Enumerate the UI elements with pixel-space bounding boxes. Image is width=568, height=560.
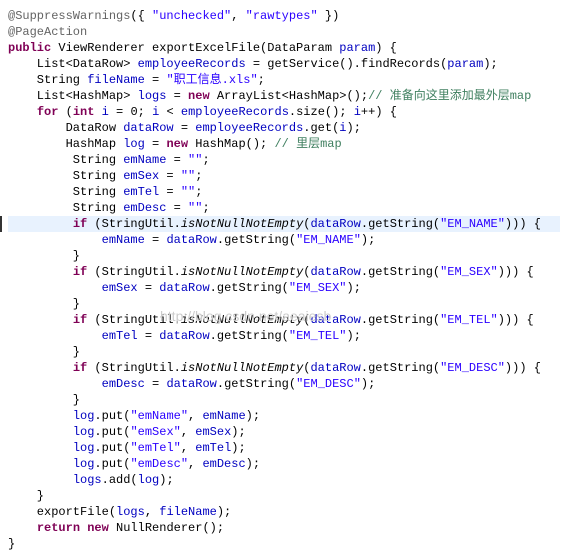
code-line: emTel = dataRow.getString("EM_TEL"); <box>8 328 560 344</box>
code-line: String emDesc = ""; <box>8 200 560 216</box>
code-line: @SuppressWarnings({ "unchecked", "rawtyp… <box>8 8 560 24</box>
code-line: emDesc = dataRow.getString("EM_DESC"); <box>8 376 560 392</box>
code-block: @SuppressWarnings({ "unchecked", "rawtyp… <box>8 8 560 552</box>
code-line-highlighted: if (StringUtil.isNotNullNotEmpty(dataRow… <box>8 216 560 232</box>
code-line: log.put("emDesc", emDesc); <box>8 456 560 472</box>
code-line: } <box>8 536 560 552</box>
code-line: } <box>8 248 560 264</box>
code-line: String emTel = ""; <box>8 184 560 200</box>
code-line: } <box>8 344 560 360</box>
code-line: String emName = ""; <box>8 152 560 168</box>
code-line: logs.add(log); <box>8 472 560 488</box>
code-line: HashMap log = new HashMap(); // 里层map <box>8 136 560 152</box>
code-line: emName = dataRow.getString("EM_NAME"); <box>8 232 560 248</box>
code-line: } <box>8 296 560 312</box>
code-line: List<DataRow> employeeRecords = getServi… <box>8 56 560 72</box>
code-line: for (int i = 0; i < employeeRecords.size… <box>8 104 560 120</box>
code-line: } <box>8 488 560 504</box>
code-line: String emSex = ""; <box>8 168 560 184</box>
code-line: List<HashMap> logs = new ArrayList<HashM… <box>8 88 560 104</box>
code-line: log.put("emSex", emSex); <box>8 424 560 440</box>
code-line: emSex = dataRow.getString("EM_SEX"); <box>8 280 560 296</box>
code-line: log.put("emTel", emTel); <box>8 440 560 456</box>
code-line: exportFile(logs, fileName); <box>8 504 560 520</box>
code-line: String fileName = "职工信息.xls"; <box>8 72 560 88</box>
code-line: @PageAction <box>8 24 560 40</box>
code-line: log.put("emName", emName); <box>8 408 560 424</box>
code-line: if (StringUtil.isNotNullNotEmpty(dataRow… <box>8 264 560 280</box>
code-line: public ViewRenderer exportExcelFile(Data… <box>8 40 560 56</box>
code-line: if (StringUtil.isNotNullNotEmpty(dataRow… <box>8 312 560 328</box>
code-line: } <box>8 392 560 408</box>
code-line: DataRow dataRow = employeeRecords.get(i)… <box>8 120 560 136</box>
code-line: if (StringUtil.isNotNullNotEmpty(dataRow… <box>8 360 560 376</box>
code-line: return new NullRenderer(); <box>8 520 560 536</box>
